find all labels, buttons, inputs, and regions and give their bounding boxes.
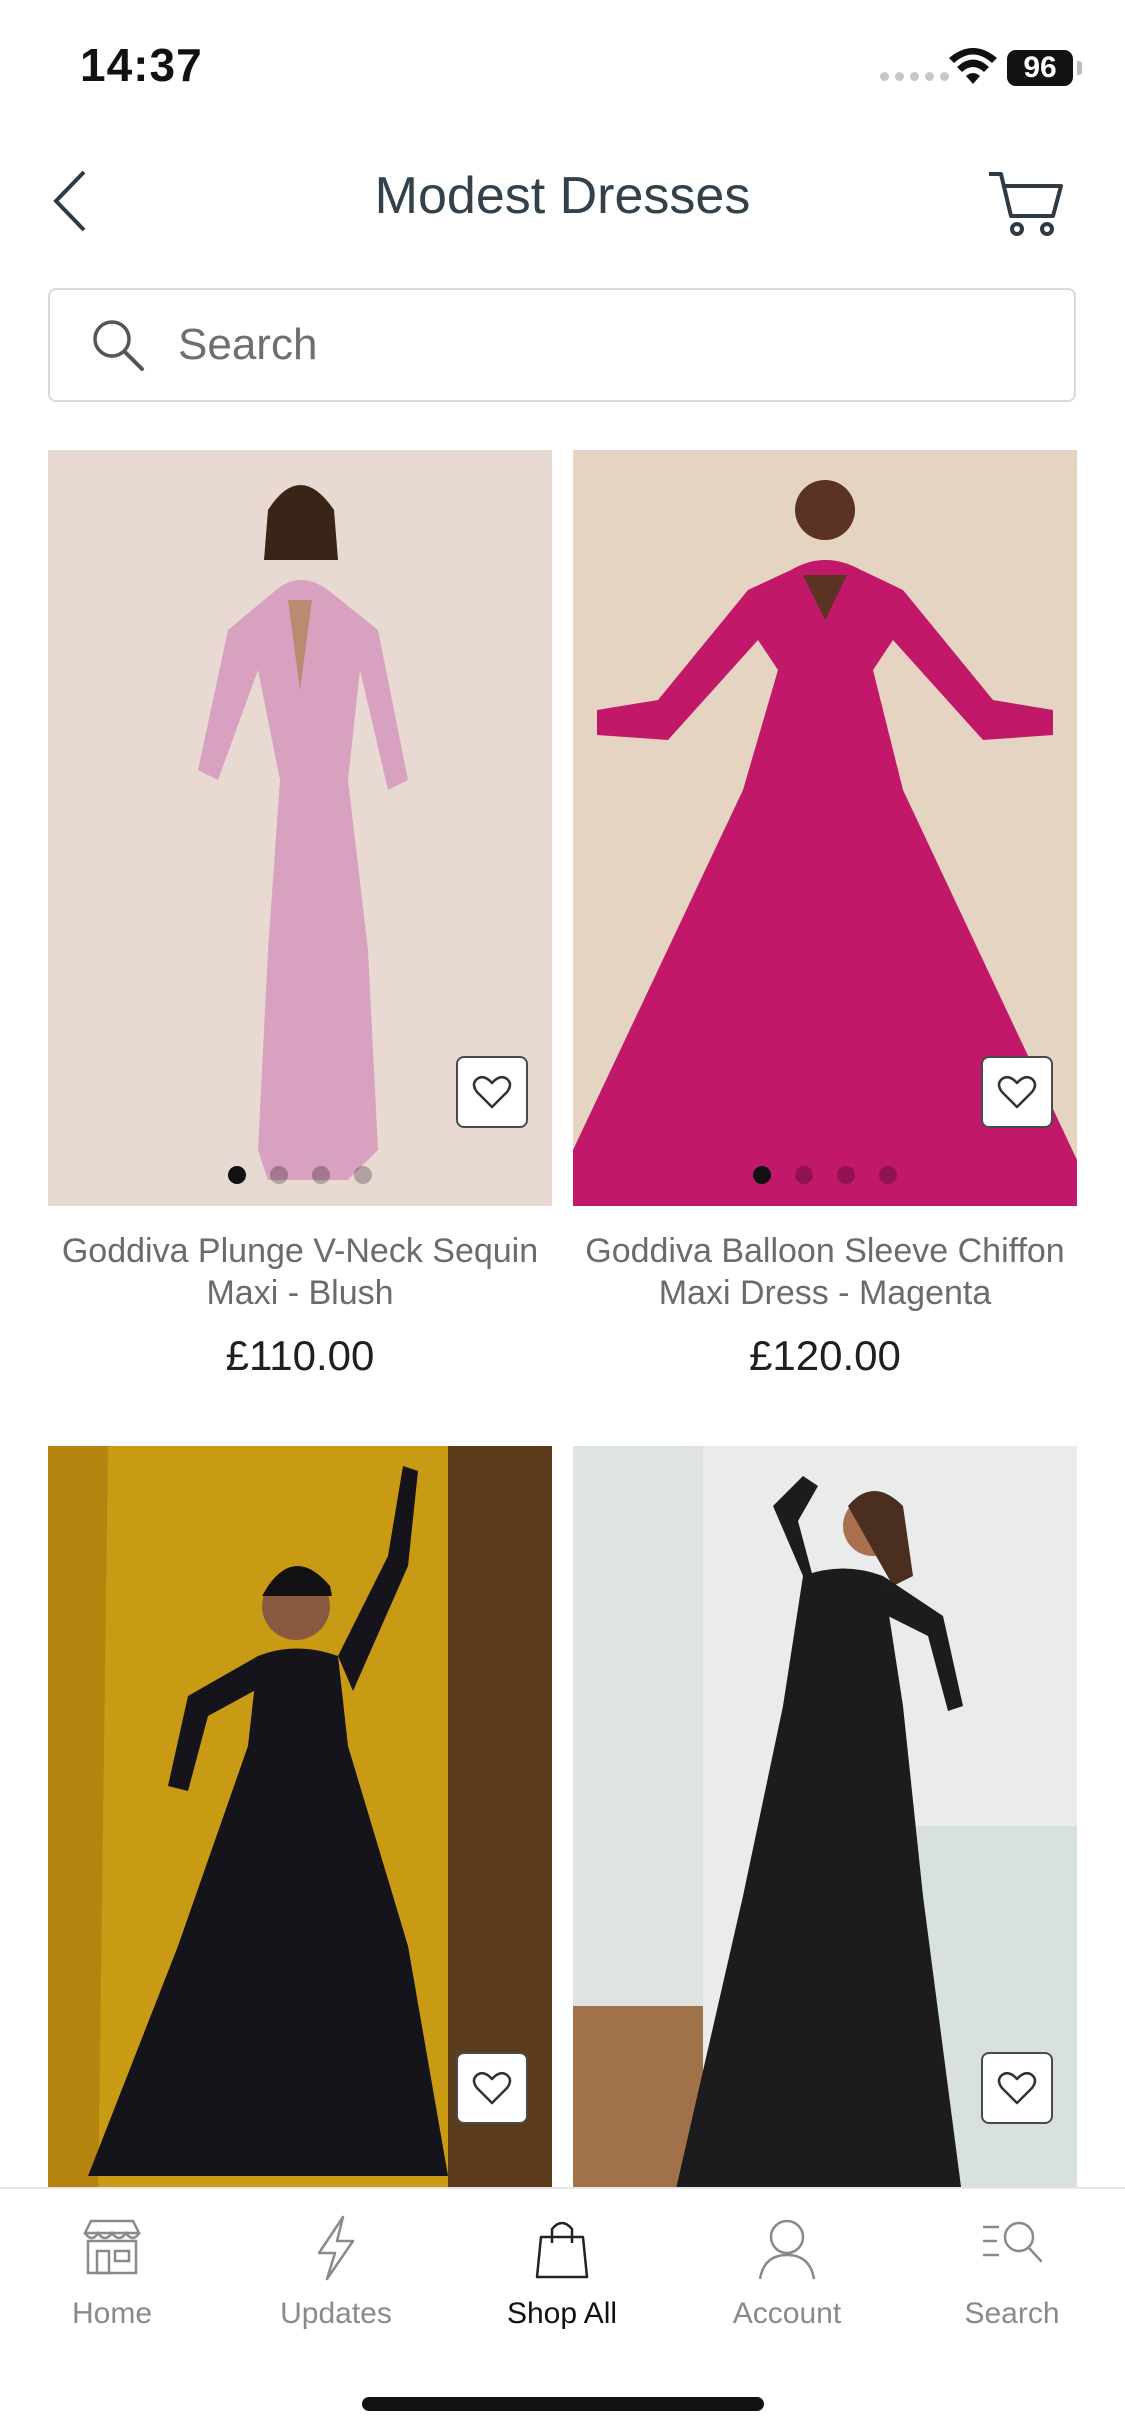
search-input[interactable] [178,320,978,370]
search-icon [93,320,144,371]
status-time: 14:37 [80,39,203,91]
product-image[interactable] [573,1446,1077,2202]
lightning-icon [317,2215,355,2281]
product-image[interactable] [573,450,1077,1206]
product-image[interactable] [48,1446,552,2202]
heart-icon [997,2071,1037,2105]
product-price: £120.00 [749,1332,901,1379]
screen: 14:37 96 Modest Dresses Search Goddiva P… [0,0,1125,2436]
tab-label: Updates [280,2297,392,2330]
product-name[interactable]: Goddiva Plunge V-Neck Sequin Maxi - Blus… [48,1230,552,1314]
wifi-icon [949,48,997,84]
shopping-cart-icon [989,172,1063,236]
tab-label: Shop All [506,2297,618,2330]
cart-button[interactable] [985,162,1065,242]
home-indicator[interactable] [362,2397,764,2411]
product-image[interactable] [48,450,552,1206]
battery-level: 96 [1007,50,1073,86]
wishlist-button[interactable] [456,2052,528,2124]
status-bar: 14:37 96 [0,0,1125,140]
tab-label: Account [732,2297,842,2330]
product-card[interactable]: Goddiva Balloon Sleeve Chiffon Maxi Dres… [573,450,1077,1380]
tab-shop-all[interactable]: Shop All [472,2213,652,2353]
cellular-signal-icon [880,72,949,81]
tab-label: Search [964,2297,1060,2330]
product-card[interactable]: Goddiva Plunge V-Neck Sequin Maxi - Blus… [48,450,552,1380]
tab-label: Home [71,2297,153,2330]
page-header: Modest Dresses [0,140,1125,260]
tab-search[interactable]: Search [922,2213,1102,2353]
heart-icon [472,2071,512,2105]
image-pager-dots[interactable] [48,1166,552,1184]
storefront-icon [82,2219,142,2275]
product-card[interactable] [573,1446,1077,2202]
shopping-bag-icon [535,2221,589,2279]
wishlist-button[interactable] [981,2052,1053,2124]
image-pager-dots[interactable] [573,1166,1077,1184]
search-list-icon [983,2221,1043,2263]
wishlist-button[interactable] [981,1056,1053,1128]
tab-updates[interactable]: Updates [246,2213,426,2353]
tab-account[interactable]: Account [697,2213,877,2353]
heart-icon [472,1075,512,1109]
person-icon [758,2219,816,2280]
page-title: Modest Dresses [374,167,751,225]
wishlist-button[interactable] [456,1056,528,1128]
tab-home[interactable]: Home [22,2213,202,2353]
product-name[interactable]: Goddiva Balloon Sleeve Chiffon Maxi Dres… [573,1230,1077,1314]
product-card[interactable] [48,1446,552,2202]
heart-icon [997,1075,1037,1109]
search-bar[interactable] [48,288,1076,402]
product-price: £110.00 [225,1332,375,1379]
battery-tip [1077,61,1082,75]
